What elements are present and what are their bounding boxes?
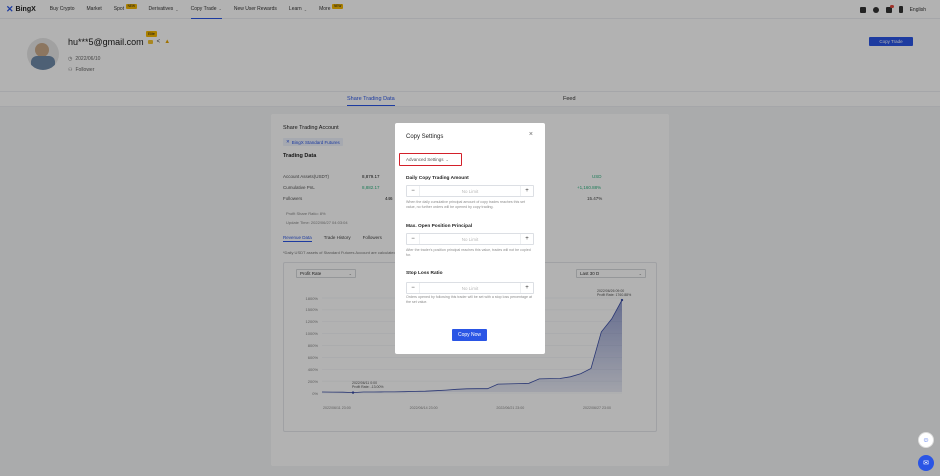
- field-help: Orders opened by following this trader w…: [406, 295, 533, 304]
- field-help: After the trader's position principal re…: [406, 248, 531, 257]
- plus-button[interactable]: +: [521, 188, 533, 194]
- field-help: When the daily cumulative principal amou…: [406, 200, 526, 209]
- minus-button[interactable]: −: [407, 236, 419, 242]
- copy-now-button[interactable]: Copy Now: [452, 329, 487, 341]
- plus-button[interactable]: +: [521, 236, 533, 242]
- chat-icon: ✉: [923, 460, 929, 467]
- advanced-settings-label: Advanced Settings: [406, 157, 444, 162]
- modal-title: Copy Settings: [406, 134, 444, 140]
- daily-copy-amount-input[interactable]: [419, 186, 521, 196]
- max-position-stepper: − +: [406, 233, 534, 245]
- field-label: Max. Open Position Principal: [406, 224, 473, 229]
- user-support-button[interactable]: ☺: [918, 432, 934, 448]
- stop-loss-stepper: − +: [406, 282, 534, 294]
- chat-button[interactable]: ✉: [918, 455, 934, 471]
- chevron-down-icon: ⌄: [445, 157, 449, 162]
- close-icon[interactable]: ×: [529, 131, 533, 138]
- daily-copy-amount-stepper: − +: [406, 185, 534, 197]
- advanced-settings-toggle[interactable]: Advanced Settings ⌄: [399, 153, 462, 166]
- plus-button[interactable]: +: [521, 285, 533, 291]
- minus-button[interactable]: −: [407, 188, 419, 194]
- person-icon: ☺: [922, 436, 930, 444]
- max-position-input[interactable]: [419, 234, 521, 244]
- field-label: Stop Loss Ratio: [406, 271, 443, 276]
- stop-loss-input[interactable]: [419, 283, 521, 293]
- copy-settings-modal: Copy Settings × Advanced Settings ⌄ Dail…: [395, 123, 545, 354]
- minus-button[interactable]: −: [407, 285, 419, 291]
- field-label: Daily Copy Trading Amount: [406, 176, 469, 181]
